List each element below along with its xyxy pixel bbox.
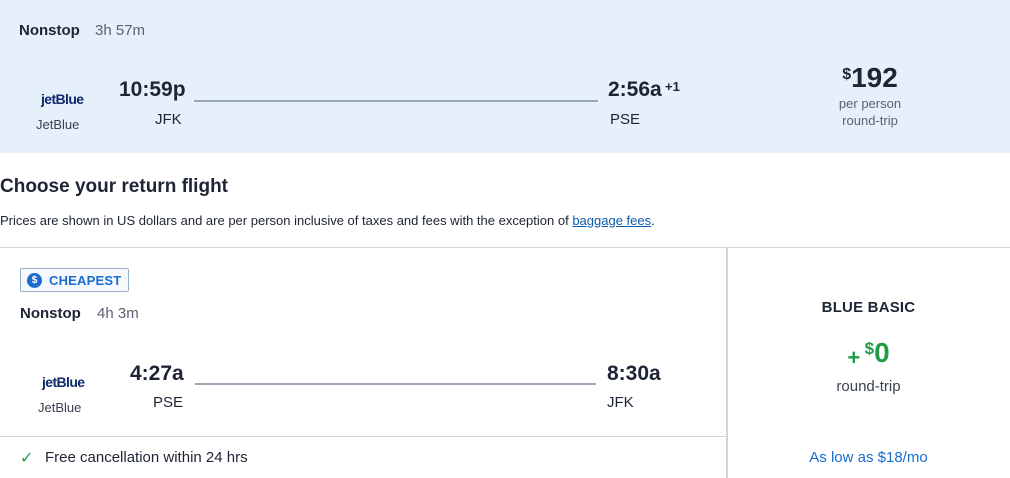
page-title: Choose your return flight bbox=[0, 176, 228, 197]
return-depart-time: 4:27a bbox=[130, 362, 184, 385]
monthly-payment-link[interactable]: As low as $18/mo bbox=[727, 449, 1010, 466]
price-notice: Prices are shown in US dollars and are p… bbox=[0, 213, 655, 228]
outbound-arrive-time: 2:56a bbox=[608, 78, 662, 101]
cheapest-badge: $ CHEAPEST bbox=[20, 268, 130, 292]
return-route-line bbox=[195, 383, 596, 385]
outbound-price-trip: round-trip bbox=[842, 113, 898, 128]
outbound-depart-airport: JFK bbox=[155, 111, 182, 128]
return-duration: 4h 3m bbox=[97, 305, 139, 322]
return-arrive-time: 8:30a bbox=[607, 362, 661, 385]
fare-name: BLUE BASIC bbox=[821, 299, 916, 316]
free-cancellation-text: Free cancellation within 24 hrs bbox=[45, 449, 248, 466]
card-divider bbox=[0, 436, 726, 437]
badge-label: CHEAPEST bbox=[49, 272, 122, 288]
outbound-stops: Nonstop bbox=[19, 22, 80, 39]
outbound-airline-name: JetBlue bbox=[36, 117, 80, 132]
dollar-icon: $ bbox=[27, 272, 42, 288]
checkmark-icon: ✓ bbox=[20, 450, 34, 467]
fare-currency: $ bbox=[864, 339, 875, 358]
jetblue-logo: jetBlue bbox=[41, 91, 84, 107]
fare-value: 0 bbox=[874, 337, 890, 368]
jetblue-logo: jetBlue bbox=[42, 374, 85, 390]
outbound-depart-time: 10:59p bbox=[119, 78, 186, 101]
fare-price[interactable]: + $0 bbox=[727, 337, 1010, 371]
price-notice-text: Prices are shown in US dollars and are p… bbox=[0, 213, 573, 228]
fare-plus: + bbox=[847, 344, 861, 370]
return-airline-name: JetBlue bbox=[38, 400, 82, 415]
return-arrive-airport: JFK bbox=[607, 394, 634, 411]
fare-trip: round-trip bbox=[836, 378, 901, 395]
outbound-duration: 3h 57m bbox=[95, 22, 146, 39]
baggage-fees-link[interactable]: baggage fees bbox=[572, 213, 651, 228]
outbound-arrive-airport: PSE bbox=[610, 111, 641, 128]
return-depart-airport: PSE bbox=[153, 394, 184, 411]
outbound-route-line bbox=[194, 100, 598, 102]
price-notice-end: . bbox=[651, 213, 655, 228]
outbound-price-currency: $ bbox=[842, 66, 852, 83]
outbound-price: $192 bbox=[820, 62, 920, 94]
outbound-price-value: 192 bbox=[851, 62, 898, 93]
outbound-price-unit: per person bbox=[838, 96, 902, 111]
outbound-day-offset: +1 bbox=[665, 79, 680, 94]
return-stops: Nonstop bbox=[20, 305, 81, 322]
